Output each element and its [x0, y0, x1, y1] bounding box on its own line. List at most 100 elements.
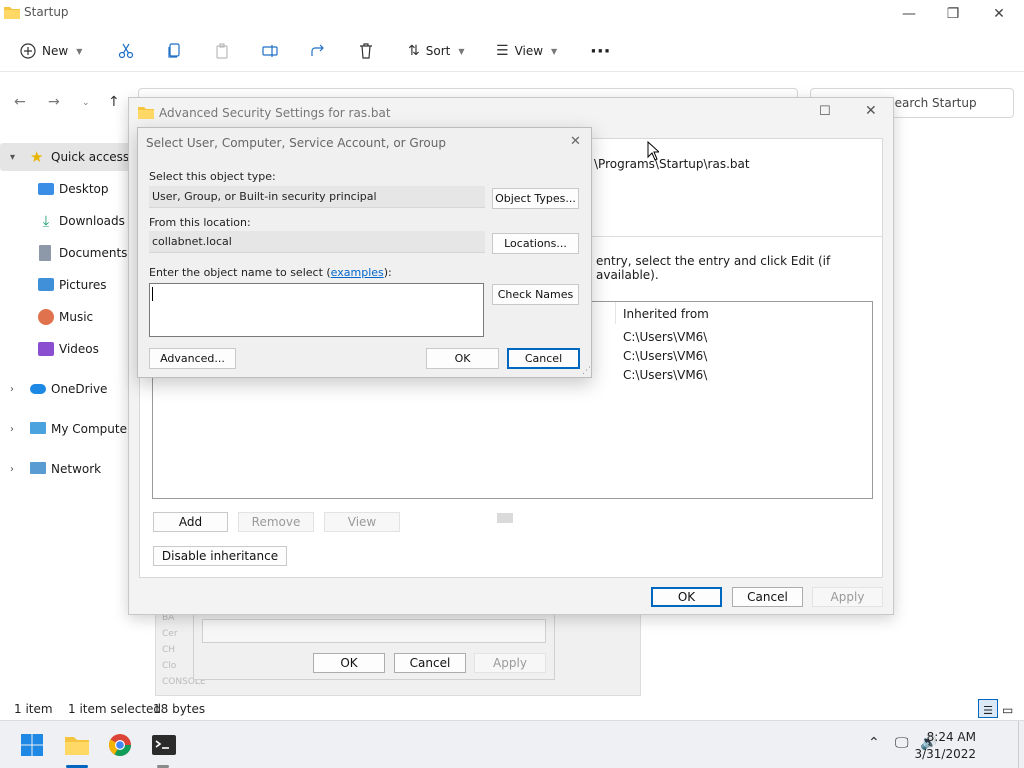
sidebar-item-pictures[interactable]: Pictures	[0, 271, 134, 299]
table-row[interactable]: C:\Users\VM6\	[623, 330, 707, 344]
taskbar-chrome[interactable]	[106, 731, 134, 759]
minimize-icon: —	[902, 6, 916, 22]
remove-button[interactable]: Remove	[238, 512, 314, 532]
advanced-cancel-button[interactable]: Cancel	[732, 587, 803, 607]
delete-button[interactable]	[358, 38, 374, 64]
up-arrow-icon[interactable]: ↑	[108, 94, 120, 110]
windows-logo-icon	[21, 734, 43, 756]
select-ok-button[interactable]: OK	[426, 348, 499, 369]
sidebar-item-music[interactable]: Music	[0, 303, 134, 331]
sidebar-item-label: Desktop	[59, 182, 109, 196]
videos-icon	[38, 342, 54, 356]
close-button[interactable]: ✕	[986, 4, 1012, 24]
search-placeholder: Search Startup	[887, 96, 977, 110]
network-icon	[30, 462, 46, 474]
view-button[interactable]: View	[324, 512, 400, 532]
sidebar-item-label: Pictures	[59, 278, 107, 292]
table-row[interactable]: C:\Users\VM6\	[623, 349, 707, 363]
chrome-icon	[109, 734, 131, 756]
sidebar-item-quick-access[interactable]: ▾ ★ Quick access	[0, 143, 134, 171]
sort-icon: ⇅	[408, 43, 420, 59]
mouse-pointer-icon	[647, 141, 659, 161]
rename-button[interactable]	[262, 38, 278, 64]
taskbar: ⌃ 🖵 🔊 8:24 AM 3/31/2022	[0, 720, 1024, 768]
forward-arrow-icon[interactable]: →	[48, 94, 60, 110]
copy-button[interactable]	[166, 38, 182, 64]
system-clock[interactable]: 8:24 AM 3/31/2022	[914, 729, 976, 763]
back-arrow-icon[interactable]: ←	[14, 94, 26, 110]
locations-button[interactable]: Locations...	[492, 233, 579, 254]
rename-icon	[262, 45, 278, 57]
advanced-apply-button[interactable]: Apply	[812, 587, 883, 607]
start-button[interactable]	[18, 731, 46, 759]
object-name-input[interactable]	[149, 283, 484, 337]
show-hidden-icons-chevron-icon[interactable]: ⌃	[868, 735, 880, 751]
command-bar: New ▼ ⇅ Sort ▼ ☰ View ▼ ···	[0, 30, 1024, 72]
close-icon: ✕	[570, 134, 581, 149]
download-icon: ⤓	[42, 212, 50, 230]
terminal-icon	[152, 735, 176, 755]
recent-chevron-icon[interactable]: ⌄	[82, 98, 90, 108]
dialog-close-button[interactable]: ✕	[570, 134, 581, 149]
taskbar-file-explorer[interactable]	[62, 731, 92, 759]
select-cancel-button[interactable]: Cancel	[507, 348, 580, 369]
maximize-button[interactable]: ☐	[819, 104, 831, 119]
sidebar-item-downloads[interactable]: ⤓ Downloads	[0, 207, 134, 235]
close-icon: ✕	[865, 103, 877, 119]
window-title: Startup	[24, 5, 69, 19]
sidebar-item-my-computer[interactable]: › My Computer	[0, 415, 134, 443]
examples-link[interactable]: examples	[331, 266, 384, 279]
column-divider	[615, 302, 616, 324]
status-bar: 1 item 1 item selected 18 bytes ☰ ▭	[0, 698, 1024, 720]
sidebar-item-desktop[interactable]: Desktop	[0, 175, 134, 203]
background-ok-button[interactable]: OK	[313, 653, 385, 673]
chevron-right-icon: ›	[10, 423, 14, 435]
paste-icon	[216, 43, 228, 59]
chevron-right-icon: ›	[10, 463, 14, 475]
new-button[interactable]: New ▼	[20, 38, 82, 64]
sidebar-item-label: Documents	[59, 246, 128, 260]
disable-inheritance-button[interactable]: Disable inheritance	[153, 546, 287, 566]
object-types-button[interactable]: Object Types...	[492, 188, 579, 209]
cut-button[interactable]	[118, 38, 134, 64]
add-button[interactable]: Add	[153, 512, 228, 532]
chevron-down-icon: ▼	[551, 46, 558, 56]
object-type-field: User, Group, or Built-in security princi…	[149, 186, 485, 208]
close-button[interactable]: ✕	[865, 103, 877, 119]
new-label: New	[42, 44, 69, 58]
background-cancel-button[interactable]: Cancel	[394, 653, 466, 673]
sidebar-item-label: Music	[59, 310, 94, 324]
drag-handle	[497, 513, 513, 523]
resize-grip-icon[interactable]: ⋰	[582, 366, 591, 376]
sort-button[interactable]: ⇅ Sort ▼	[408, 38, 465, 64]
ghost-row: Cer	[162, 629, 178, 639]
view-button[interactable]: ☰ View ▼	[496, 38, 557, 64]
sidebar-item-videos[interactable]: Videos	[0, 335, 134, 363]
paste-button[interactable]	[214, 38, 230, 64]
table-row[interactable]: C:\Users\VM6\	[623, 368, 707, 382]
taskbar-terminal[interactable]	[150, 731, 178, 759]
location-label: From this location:	[149, 216, 251, 229]
text-caret	[152, 287, 153, 301]
minimize-button[interactable]: —	[896, 4, 922, 24]
more-options-button[interactable]: ···	[590, 38, 611, 64]
sidebar-item-network[interactable]: › Network	[0, 455, 134, 483]
background-apply-button[interactable]: Apply	[474, 653, 546, 673]
explorer-titlebar: Startup — ❐ ✕	[0, 0, 1024, 28]
tiles-view-icon: ▭	[1002, 703, 1014, 717]
sidebar-item-label: Network	[51, 462, 102, 476]
sidebar-item-onedrive[interactable]: › OneDrive	[0, 375, 134, 403]
advanced-button[interactable]: Advanced...	[149, 348, 236, 369]
show-desktop-button[interactable]	[1018, 721, 1024, 768]
maximize-button[interactable]: ❐	[940, 4, 966, 24]
share-button[interactable]	[310, 38, 326, 64]
details-view-toggle[interactable]: ☰	[978, 699, 998, 718]
more-icon: ···	[590, 40, 611, 62]
sidebar-item-documents[interactable]: Documents	[0, 239, 134, 267]
selection-size: 18 bytes	[153, 702, 206, 716]
location-field: collabnet.local	[149, 231, 485, 253]
check-names-button[interactable]: Check Names	[492, 284, 579, 305]
advanced-ok-button[interactable]: OK	[651, 587, 722, 607]
music-icon	[38, 309, 54, 325]
network-status-icon[interactable]: 🖵	[895, 735, 909, 751]
